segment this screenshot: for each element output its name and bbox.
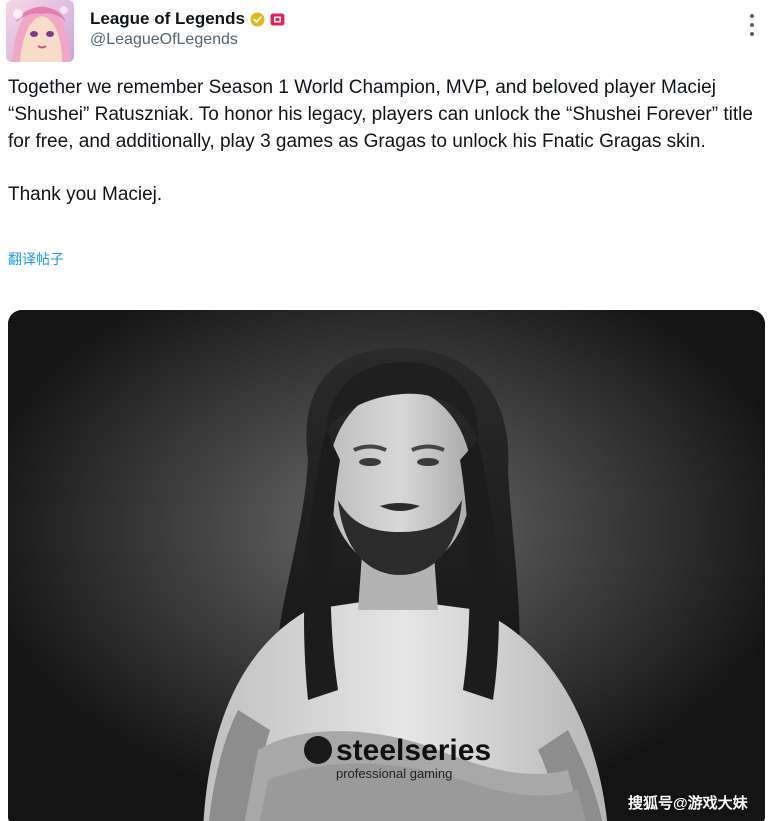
translate-post-link[interactable]: 翻译帖子 [8, 249, 64, 269]
tweet-text: Together we remember Season 1 World Cham… [8, 74, 758, 208]
watermark: 搜狐号@游戏大妹 [628, 795, 748, 812]
portrait-photo: steelseries professional gaming [8, 310, 765, 821]
avatar-illustration [6, 0, 74, 62]
affiliate-badge-icon [270, 12, 285, 27]
more-dot [750, 32, 754, 36]
shirt-brand-text: steelseries [336, 734, 491, 767]
display-name-row: League of Legends [90, 8, 285, 30]
more-vertical-icon[interactable] [742, 12, 762, 38]
avatar[interactable] [6, 0, 74, 62]
account-handle[interactable]: @LeagueOfLegends [90, 31, 238, 49]
tweet-media-photo[interactable]: steelseries professional gaming [8, 310, 765, 821]
verified-badge-icon [250, 12, 265, 27]
tweet-page: League of Legends @LeagueOfLegends Toget… [0, 0, 771, 821]
tweet-header: League of Legends @LeagueOfLegends [6, 0, 766, 66]
more-dot [750, 23, 754, 27]
display-name[interactable]: League of Legends [90, 9, 245, 29]
shirt-sub-text: professional gaming [336, 766, 452, 781]
tweet-paragraph: Thank you Maciej. [8, 184, 163, 205]
more-dot [750, 14, 754, 18]
tweet-paragraph: Together we remember Season 1 World Cham… [8, 77, 753, 152]
